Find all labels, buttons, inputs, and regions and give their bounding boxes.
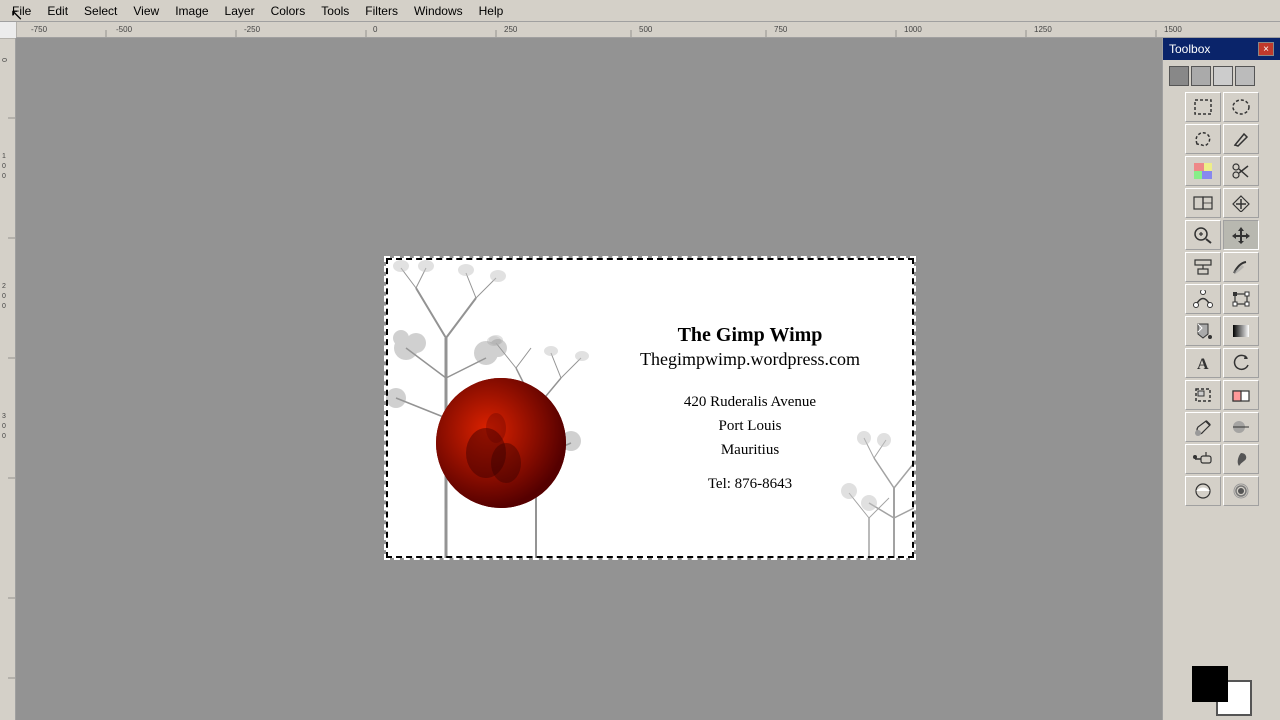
- red-circle: [436, 378, 566, 508]
- align-tool[interactable]: [1185, 252, 1221, 282]
- svg-text:2: 2: [2, 283, 6, 290]
- svg-text:-750: -750: [31, 25, 48, 34]
- menu-select[interactable]: Select: [76, 2, 125, 20]
- svg-text:0: 0: [2, 293, 6, 300]
- business-card: The Gimp Wimp Thegimpwimp.wordpress.com …: [386, 258, 914, 558]
- menu-filters[interactable]: Filters: [357, 2, 406, 20]
- svg-text:0: 0: [2, 303, 6, 310]
- menu-colors[interactable]: Colors: [263, 2, 314, 20]
- svg-text:500: 500: [639, 25, 653, 34]
- svg-text:1250: 1250: [1034, 25, 1052, 34]
- mode-icon3: [1213, 66, 1233, 86]
- card-company-name: The Gimp Wimp: [606, 324, 894, 347]
- heal-tool[interactable]: [1223, 188, 1259, 218]
- toolbox-panel: Toolbox ×: [1162, 38, 1280, 720]
- mode-icon: [1169, 66, 1189, 86]
- menu-file[interactable]: File: [4, 2, 39, 20]
- mode-icon4: [1235, 66, 1255, 86]
- rect-select-tool[interactable]: [1185, 92, 1221, 122]
- color-picker-tool[interactable]: [1185, 156, 1221, 186]
- toolbox-label: Toolbox: [1169, 42, 1210, 56]
- menu-view[interactable]: View: [125, 2, 167, 20]
- toolbox-title-bar: Toolbox ×: [1163, 38, 1280, 60]
- menubar: File Edit Select View Image Layer Colors…: [0, 0, 1280, 22]
- crop-tool[interactable]: [1185, 380, 1221, 410]
- path-tool[interactable]: [1185, 284, 1221, 314]
- toolbox-close-button[interactable]: ×: [1258, 42, 1274, 56]
- magnify-tool[interactable]: [1185, 220, 1221, 250]
- svg-text:1500: 1500: [1164, 25, 1182, 34]
- card-website: Thegimpwimp.wordpress.com: [606, 349, 894, 370]
- menu-help[interactable]: Help: [471, 2, 512, 20]
- svg-text:A: A: [1197, 356, 1209, 372]
- menu-windows[interactable]: Windows: [406, 2, 471, 20]
- ink-tool[interactable]: [1223, 444, 1259, 474]
- airbrush-tool[interactable]: [1185, 444, 1221, 474]
- clone-tool[interactable]: [1185, 188, 1221, 218]
- fg-bg-color-display[interactable]: [1192, 666, 1252, 716]
- svg-text:0: 0: [373, 25, 378, 34]
- card-address-line1: 420 Ruderalis Avenue: [606, 390, 894, 414]
- svg-text:0: 0: [2, 163, 6, 170]
- svg-text:0: 0: [2, 433, 6, 440]
- tool-grid: A: [1167, 92, 1276, 506]
- smudge-tool[interactable]: [1223, 252, 1259, 282]
- svg-text:0: 0: [0, 58, 7, 62]
- svg-text:0: 0: [2, 423, 6, 430]
- erase-tool[interactable]: [1223, 380, 1259, 410]
- bucket-fill-tool[interactable]: [1185, 316, 1221, 346]
- dodge-tool[interactable]: [1185, 476, 1221, 506]
- menu-layer[interactable]: Layer: [217, 2, 263, 20]
- color-mode-row: [1167, 64, 1276, 88]
- menu-edit[interactable]: Edit: [39, 2, 76, 20]
- svg-text:1000: 1000: [904, 25, 922, 34]
- pencil-tool[interactable]: [1223, 124, 1259, 154]
- svg-text:-250: -250: [244, 25, 261, 34]
- blend-tool[interactable]: [1223, 316, 1259, 346]
- toolbox-content: A: [1163, 60, 1280, 510]
- move-tool[interactable]: [1223, 220, 1259, 250]
- mode-icon2: [1191, 66, 1211, 86]
- svg-text:-500: -500: [116, 25, 133, 34]
- free-select-tool[interactable]: [1185, 124, 1221, 154]
- svg-text:0: 0: [2, 173, 6, 180]
- ellipse-select-tool[interactable]: [1223, 92, 1259, 122]
- svg-text:750: 750: [774, 25, 788, 34]
- transform-tool[interactable]: [1223, 284, 1259, 314]
- svg-text:250: 250: [504, 25, 518, 34]
- rotate-tool[interactable]: [1223, 348, 1259, 378]
- paintbrush-tool[interactable]: [1185, 412, 1221, 442]
- color-swatches: [1167, 666, 1276, 716]
- foreground-color-swatch[interactable]: [1192, 666, 1228, 702]
- svg-text:3: 3: [2, 413, 6, 420]
- menu-tools[interactable]: Tools: [313, 2, 357, 20]
- ruler-horizontal: -750 -500 -250 0 250 500 750 1000 1250 1…: [16, 22, 1280, 38]
- smear-tool[interactable]: [1223, 412, 1259, 442]
- ruler-vertical: 0 1 0 0 2 0 0 3 0 0: [0, 38, 16, 720]
- menu-image[interactable]: Image: [167, 2, 216, 20]
- text-tool[interactable]: A: [1185, 348, 1221, 378]
- blur-tool[interactable]: [1223, 476, 1259, 506]
- svg-text:1: 1: [2, 153, 6, 160]
- scissors-tool[interactable]: [1223, 156, 1259, 186]
- document: The Gimp Wimp Thegimpwimp.wordpress.com …: [386, 258, 914, 558]
- canvas-area[interactable]: The Gimp Wimp Thegimpwimp.wordpress.com …: [16, 38, 1162, 720]
